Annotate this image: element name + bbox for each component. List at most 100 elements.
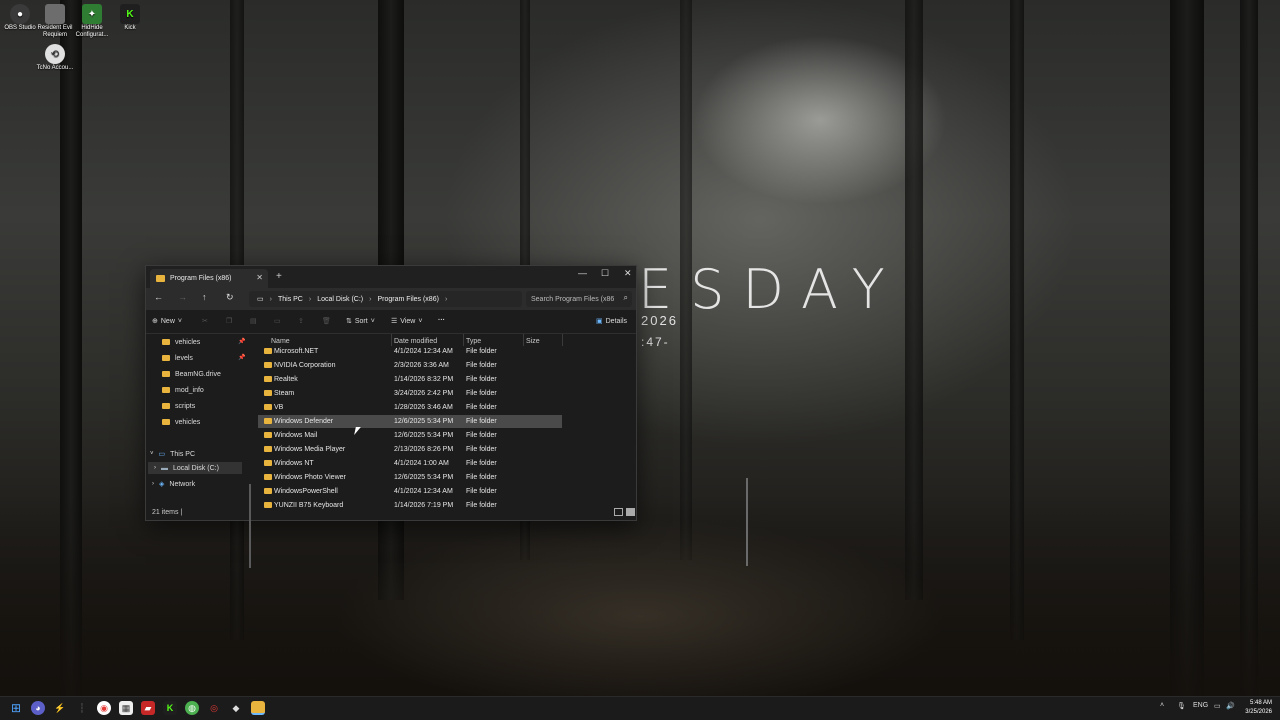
column-header-name[interactable]: Name [271,338,290,345]
sidebar-item-scripts[interactable]: scripts [162,400,195,412]
column-divider[interactable] [562,334,563,346]
status-bar: 21 items | [146,506,636,520]
chrome-icon[interactable]: ◉ [97,701,111,715]
sidebar-item-this-pc[interactable]: ˅ ▭ This PC [150,448,195,460]
sidebar-item-vehicles-2[interactable]: vehicles [162,416,200,428]
table-row[interactable]: Windows NT 4/1/2024 1:00 AM File folder [258,457,562,470]
copy-icon[interactable]: ❐ [226,317,232,325]
table-row[interactable]: Windows Defender 12/6/2025 5:34 PM File fo… [258,415,562,428]
new-button[interactable]: ⊕ New ˅ [152,317,182,326]
kick-icon[interactable]: K [163,701,177,715]
details-pane-button[interactable]: ▣ Details [596,317,627,326]
app-icon[interactable]: ◆ [229,701,243,715]
up-button[interactable]: ↑ [202,292,207,302]
table-row[interactable]: Windows Photo Viewer 12/6/2025 5:34 PM Fil… [258,471,562,484]
desktop-icon-obs[interactable]: ● OBS Studio [0,4,40,32]
minimize-button[interactable]: — [578,268,587,278]
app-icon[interactable]: ▦ [119,701,133,715]
sidebar-item-mod-info[interactable]: mod_info [162,384,204,396]
view-button[interactable]: ☰ View ˅ [391,317,422,326]
file-list-scrollbar[interactable] [746,478,748,566]
rename-icon[interactable]: ▭ [274,317,281,325]
table-row[interactable]: Realtek 1/14/2026 8:32 PM File folder [258,373,562,386]
hidhide-icon: ✦ [82,4,102,24]
clock-date: 3/25/2026 [1245,709,1272,715]
delete-icon[interactable]: 🗑 [322,317,331,325]
computer-icon: ▭ [158,451,166,458]
type-cell: File folder [466,432,497,439]
column-header-date[interactable]: Date modified [394,338,437,345]
type-cell: File folder [466,362,497,369]
file-name-cell: NVIDIA Corporation [274,362,336,369]
breadcrumb[interactable]: ▭ › This PC › Local Disk (C:) › Program … [249,291,522,307]
table-row[interactable]: VB 1/28/2026 3:46 AM File folder [258,401,562,414]
sidebar-item-network[interactable]: › ◈ Network [152,478,195,490]
breadcrumb-program-files[interactable]: Program Files (x86) [377,296,438,303]
volume-icon[interactable]: 🔊 [1226,702,1235,710]
close-tab-icon[interactable]: ✕ [256,273,263,282]
sidebar-item-vehicles[interactable]: vehicles [162,336,200,348]
sidebar-item-levels[interactable]: levels [162,352,193,364]
breadcrumb-local-disk[interactable]: Local Disk (C:) [317,296,363,303]
desktop-icon-kick[interactable]: K Kick [110,4,150,32]
breadcrumb-this-pc[interactable]: This PC [278,296,303,303]
chevron-down-icon: ˅ [177,317,182,325]
tiles-view-icon[interactable] [626,508,635,516]
chevron-down-icon: ˅ [370,317,375,325]
new-tab-button[interactable]: + [276,271,282,282]
desktop-icon-hidhide[interactable]: ✦ HidHide Configurat... [72,4,112,39]
table-row[interactable]: Microsoft.NET 4/1/2024 12:34 AM File folde… [258,345,562,358]
maximize-button[interactable]: ☐ [601,268,609,279]
table-row[interactable]: Steam 3/24/2026 2:42 PM File folder [258,387,562,400]
search-placeholder: Search Program Files (x86 [531,295,615,303]
folder-icon [264,404,272,410]
tab-program-files[interactable]: Program Files (x86) ✕ [150,269,268,288]
type-cell: File folder [466,404,497,411]
network-icon[interactable]: ▭ [1214,702,1221,710]
language-indicator[interactable]: ENG [1193,702,1208,709]
app-icon[interactable]: ◍ [185,701,199,715]
microphone-icon[interactable]: 🎙 [1177,702,1186,710]
app-icon[interactable]: ◕ [31,701,45,715]
desktop-icon-label: TcNo Accou... [36,65,74,71]
search-input[interactable]: Search Program Files (x86 ⌕ [526,291,632,307]
start-windows-icon[interactable]: ⊞ [9,701,23,715]
sidebar-item-label: levels [175,354,193,362]
file-name-cell: VB [274,404,284,411]
sort-button[interactable]: ⇅ Sort ˅ [346,317,375,326]
share-icon[interactable]: ⇪ [298,317,304,325]
cut-icon[interactable]: ✂ [202,317,208,325]
taskbar-clock[interactable]: 5:48 AM 3/25/2026 [1245,699,1272,717]
date-modified-cell: 3/24/2026 2:42 PM [394,390,454,397]
sidebar-item-beamng[interactable]: BeamNG.drive [162,368,221,380]
sidebar-item-local-disk[interactable]: › ▬ Local Disk (C:) [148,462,242,474]
app-icon[interactable]: ⚡ [53,701,67,715]
drive-icon: ▬ [161,464,168,472]
paste-icon[interactable]: ▤ [250,317,257,325]
table-row[interactable]: Windows Mail 12/6/2025 5:34 PM File folder [258,429,562,442]
desktop-icon-resident-evil[interactable]: Resident Evil Requiem [35,4,75,39]
refresh-button[interactable]: ↻ [226,292,234,303]
table-row[interactable]: Windows Media Player 2/13/2026 8:26 PM Fil… [258,443,562,456]
pin-icon: 📌 [238,339,246,345]
details-view-icon[interactable] [614,508,623,516]
folder-icon [162,387,170,393]
app-icon[interactable]: ◎ [207,701,221,715]
table-row[interactable]: NVIDIA Corporation 2/3/2026 3:36 AM File f… [258,359,562,372]
file-name-cell: Microsoft.NET [274,348,319,355]
app-icon[interactable]: ▰ [141,701,155,715]
table-row[interactable]: WindowsPowerShell 4/1/2024 12:34 AM File f… [258,485,562,498]
plus-circle-icon: ⊕ [152,318,158,325]
view-icon: ☰ [391,318,398,325]
back-button[interactable]: ← [154,292,163,302]
column-header-size[interactable]: Size [526,338,540,345]
chevron-up-icon[interactable]: ˄ [1160,702,1164,709]
forward-button[interactable]: → [178,292,187,302]
close-window-button[interactable]: ✕ [624,268,632,279]
file-explorer-taskbar-icon[interactable] [251,701,265,715]
type-cell: File folder [466,446,497,453]
desktop-icon-tcno[interactable]: ⟲ TcNo Accou... [35,44,75,72]
see-more-button[interactable]: ··· [438,317,445,324]
sidebar-scrollbar[interactable] [249,484,251,568]
column-header-type[interactable]: Type [466,338,481,345]
